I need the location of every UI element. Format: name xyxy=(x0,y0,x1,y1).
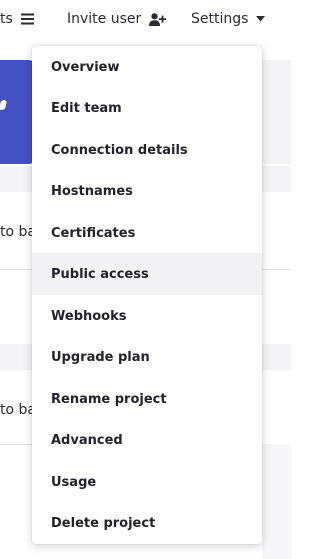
settings-label: Settings xyxy=(191,11,249,27)
page: to ba to ba ts Invite user Settings Over… xyxy=(0,0,291,559)
menu-item-delete-project[interactable]: Delete project xyxy=(32,502,262,544)
settings-menu-button[interactable]: Settings xyxy=(191,0,266,38)
invite-user-label: Invite user xyxy=(67,11,142,27)
settings-dropdown-menu: Overview Edit team Connection details Ho… xyxy=(32,46,262,544)
side-panel xyxy=(262,60,291,164)
top-navigation-bar: ts Invite user Settings xyxy=(0,0,291,38)
menu-item-public-access[interactable]: Public access xyxy=(32,253,262,295)
side-panel xyxy=(262,444,291,559)
lists-nav-label: ts xyxy=(0,11,13,27)
caret-down-icon xyxy=(256,16,266,22)
menu-item-connection-details[interactable]: Connection details xyxy=(32,129,262,171)
menu-item-rename-project[interactable]: Rename project xyxy=(32,378,262,420)
list-icon xyxy=(20,13,34,25)
menu-item-overview[interactable]: Overview xyxy=(32,46,262,88)
menu-item-certificates[interactable]: Certificates xyxy=(32,212,262,254)
menu-item-usage[interactable]: Usage xyxy=(32,461,262,503)
lists-nav-link[interactable]: ts xyxy=(0,0,34,38)
user-plus-icon xyxy=(149,12,167,26)
menu-item-hostnames[interactable]: Hostnames xyxy=(32,170,262,212)
invite-user-button[interactable]: Invite user xyxy=(67,0,167,38)
menu-item-advanced[interactable]: Advanced xyxy=(32,419,262,461)
menu-item-edit-team[interactable]: Edit team xyxy=(32,87,262,129)
menu-item-upgrade-plan[interactable]: Upgrade plan xyxy=(32,336,262,378)
menu-item-webhooks[interactable]: Webhooks xyxy=(32,295,262,337)
